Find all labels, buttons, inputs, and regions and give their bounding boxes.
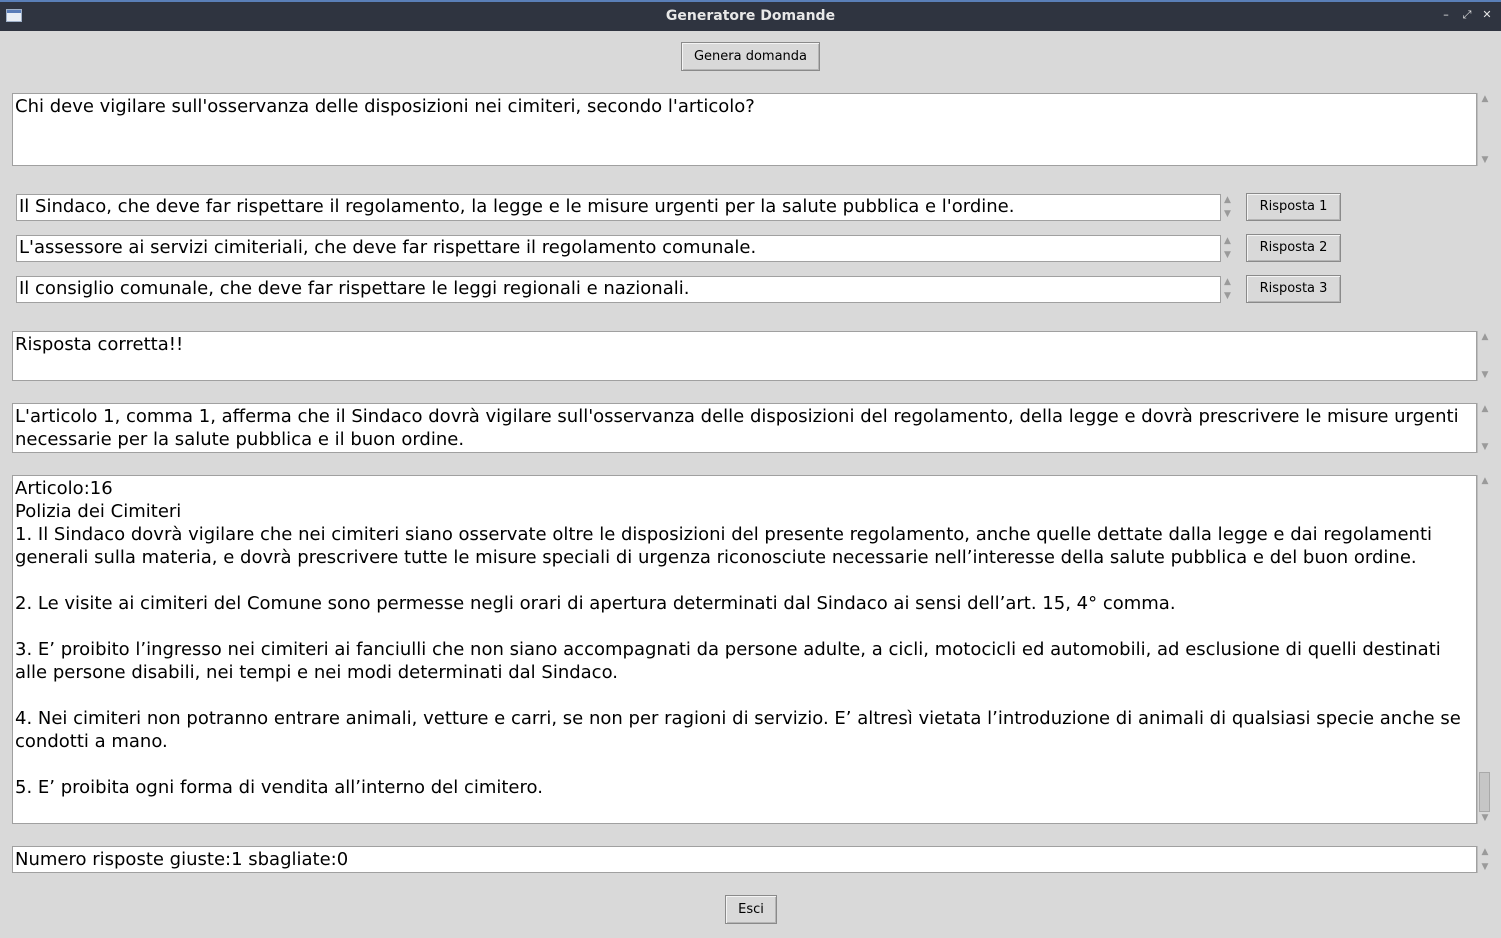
scroll-up-icon[interactable]: ▲ [1479,93,1491,105]
scroll-up-icon[interactable]: ▲ [1479,846,1491,858]
generate-question-button[interactable]: Genera domanda [681,42,820,71]
explanation-text-area[interactable]: L'articolo 1, comma 1, afferma che il Si… [12,403,1477,453]
minimize-icon[interactable]: – [1439,8,1453,22]
explanation-scrollbar[interactable]: ▲ ▼ [1477,403,1491,453]
scroll-down-icon[interactable]: ▼ [1479,441,1491,453]
answer-3-scroller[interactable]: ▲ ▼ [1221,276,1234,303]
close-icon[interactable]: ✕ [1480,8,1494,22]
answer-2-button[interactable]: Risposta 2 [1246,234,1341,262]
answer-1-scroller[interactable]: ▲ ▼ [1221,194,1234,221]
result-scrollbar[interactable]: ▲ ▼ [1477,331,1491,381]
scroll-down-icon[interactable]: ▼ [1221,290,1234,303]
scroll-down-icon[interactable]: ▼ [1221,208,1234,221]
exit-label: Esci [738,902,764,917]
answer-1-button[interactable]: Risposta 1 [1246,193,1341,221]
answer-3-button[interactable]: Risposta 3 [1246,275,1341,303]
scroll-down-icon[interactable]: ▼ [1479,812,1491,824]
article-scrollbar[interactable]: ▲ ▼ [1477,475,1491,824]
exit-button[interactable]: Esci [725,895,777,924]
scroll-up-icon[interactable]: ▲ [1221,235,1234,248]
answer-2-button-label: Risposta 2 [1259,240,1328,255]
answer-3-field[interactable]: Il consiglio comunale, che deve far risp… [16,276,1221,303]
scroll-up-icon[interactable]: ▲ [1479,475,1491,487]
question-text-area[interactable]: Chi deve vigilare sull'osservanza delle … [12,93,1477,166]
result-text-area[interactable]: Risposta corretta!! [12,331,1477,381]
scroll-up-icon[interactable]: ▲ [1221,276,1234,289]
maximize-icon[interactable]: ⤢ [1460,8,1474,22]
window-title: Generatore Domande [665,8,836,24]
scroll-up-icon[interactable]: ▲ [1479,403,1491,415]
scroll-down-icon[interactable]: ▼ [1479,154,1491,166]
scroll-down-icon[interactable]: ▼ [1479,861,1491,873]
scroll-down-icon[interactable]: ▼ [1221,249,1234,262]
answer-2-field[interactable]: L'assessore ai servizi cimiteriali, che … [16,235,1221,262]
score-scrollbar[interactable]: ▲ ▼ [1477,846,1491,873]
article-scroll-thumb[interactable] [1479,772,1490,812]
score-text-area[interactable]: Numero risposte giuste:1 sbagliate:0 [12,846,1477,873]
scroll-up-icon[interactable]: ▲ [1479,331,1491,343]
answer-1-field[interactable]: Il Sindaco, che deve far rispettare il r… [16,194,1221,221]
answer-3-button-label: Risposta 3 [1259,281,1328,296]
answer-2-scroller[interactable]: ▲ ▼ [1221,235,1234,262]
question-scrollbar[interactable]: ▲ ▼ [1477,93,1491,166]
title-bar: Generatore Domande – ⤢ ✕ [0,0,1501,31]
generate-question-label: Genera domanda [693,49,808,64]
article-text-area[interactable]: Articolo:16 Polizia dei Cimiteri 1. Il S… [12,475,1477,824]
scroll-down-icon[interactable]: ▼ [1479,369,1491,381]
answer-1-button-label: Risposta 1 [1259,199,1328,214]
scroll-up-icon[interactable]: ▲ [1221,194,1234,207]
